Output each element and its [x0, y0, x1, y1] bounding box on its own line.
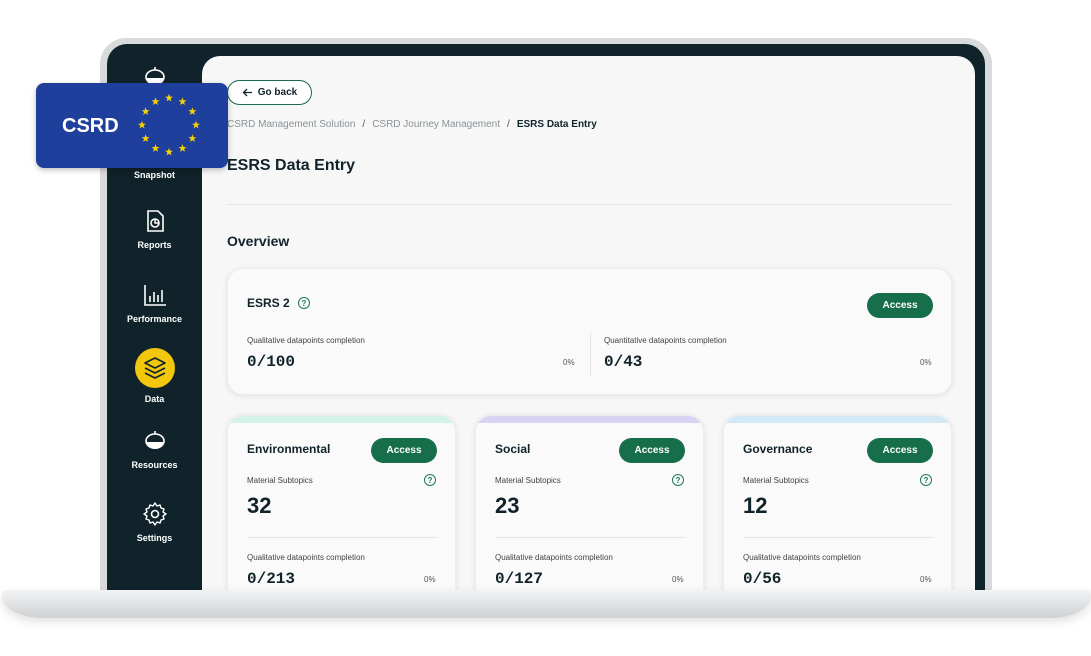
sidebar-item-label: Reports	[137, 240, 172, 250]
eu-star	[151, 144, 160, 152]
qualitative-percent: 0%	[563, 358, 575, 367]
divider	[495, 537, 685, 538]
report-icon	[146, 210, 164, 232]
card-title: ESRS 2	[247, 296, 290, 310]
card-title: Social	[495, 442, 531, 456]
esrs2-card: ESRS 2 ? Access Qualitative datapoints c…	[227, 268, 952, 395]
quantitative-percent: 0%	[920, 358, 932, 367]
qualitative-label: Qualitative datapoints completion	[247, 553, 365, 562]
laptop-base	[2, 590, 1091, 618]
sidebar-item-label: Resources	[131, 460, 178, 470]
help-icon[interactable]: ?	[672, 474, 684, 486]
eu-star	[178, 97, 187, 106]
subtopics-label: Material Subtopics	[247, 476, 313, 485]
eu-star	[165, 93, 173, 102]
access-button-esrs2[interactable]: Access	[867, 293, 933, 318]
csrd-badge: CSRD	[36, 83, 228, 168]
eu-star	[178, 144, 187, 152]
help-icon[interactable]: ?	[424, 474, 436, 486]
topic-card-social: Social Access Material Subtopics ? 23 Qu…	[475, 415, 704, 600]
lamp-icon	[144, 431, 165, 449]
card-accent	[724, 416, 951, 423]
section-title-overview: Overview	[227, 233, 290, 249]
eu-star	[165, 147, 173, 156]
eu-stars-icon	[138, 93, 200, 156]
divider	[247, 537, 437, 538]
layers-icon	[143, 357, 166, 379]
sidebar-item-performance[interactable]: Performance	[107, 282, 202, 324]
topic-card-governance: Governance Access Material Subtopics ? 1…	[723, 415, 952, 600]
qualitative-value: 0/127	[495, 570, 544, 588]
subtopics-label: Material Subtopics	[743, 476, 809, 485]
breadcrumb-item[interactable]: CSRD Management Solution	[227, 119, 355, 130]
sidebar-item-snapshot-label[interactable]: Snapshot	[107, 170, 202, 180]
sidebar-item-data[interactable]: Data	[107, 348, 202, 404]
divider	[590, 333, 591, 375]
qualitative-label: Qualitative datapoints completion	[247, 336, 365, 345]
help-icon[interactable]: ?	[298, 297, 310, 309]
eu-star	[141, 107, 150, 115]
arrow-left-icon	[242, 88, 252, 97]
breadcrumb: CSRD Management Solution / CSRD Journey Ma…	[227, 119, 597, 130]
subtopics-count: 32	[247, 493, 272, 518]
bar-chart-icon	[143, 285, 166, 306]
eu-star	[151, 97, 160, 106]
app-window: Snapshot Reports Performance Data Resour…	[107, 44, 985, 600]
csrd-label: CSRD	[62, 115, 119, 137]
access-button-governance[interactable]: Access	[867, 438, 933, 463]
eu-star	[188, 107, 197, 115]
sidebar-item-label: Data	[144, 394, 165, 404]
subtopics-count: 12	[743, 493, 768, 518]
subtopics-label: Material Subtopics	[495, 476, 561, 485]
qualitative-percent: 0%	[920, 575, 932, 584]
access-button-social[interactable]: Access	[619, 438, 685, 463]
active-nav-highlight	[134, 348, 175, 388]
card-title: Environmental	[247, 442, 331, 456]
sidebar-item-resources[interactable]: Resources	[107, 428, 202, 470]
quantitative-label: Quantitative datapoints completion	[604, 336, 727, 345]
qualitative-value: 0/213	[247, 570, 296, 588]
qualitative-value: 0/56	[743, 570, 782, 588]
sidebar-item-label: Performance	[126, 314, 183, 324]
sidebar-item-settings[interactable]: Settings	[107, 501, 202, 543]
access-button-environmental[interactable]: Access	[371, 438, 437, 463]
eu-star	[188, 134, 197, 142]
card-accent	[476, 416, 703, 423]
subtopics-count: 23	[495, 493, 520, 518]
divider	[743, 537, 933, 538]
card-accent	[228, 416, 455, 423]
sidebar-item-label: Snapshot	[133, 170, 175, 180]
breadcrumb-current: ESRS Data Entry	[516, 119, 597, 130]
go-back-button[interactable]: Go back	[227, 80, 312, 105]
sidebar-item-reports[interactable]: Reports	[107, 208, 202, 250]
quantitative-value: 0/43	[604, 353, 643, 371]
main-panel: Go back CSRD Management Solution / CSRD Jo…	[202, 56, 975, 600]
page-title: ESRS Data Entry	[227, 157, 356, 174]
qualitative-percent: 0%	[672, 575, 684, 584]
qualitative-label: Qualitative datapoints completion	[743, 553, 861, 562]
eu-star	[192, 120, 200, 129]
topic-card-environmental: Environmental Access Material Subtopics …	[227, 415, 456, 600]
gear-icon	[142, 502, 167, 526]
qualitative-label: Qualitative datapoints completion	[495, 553, 613, 562]
qualitative-percent: 0%	[424, 575, 436, 584]
card-title: Governance	[743, 442, 813, 456]
eu-star	[138, 120, 146, 129]
breadcrumb-item[interactable]: CSRD Journey Management	[372, 119, 500, 130]
help-icon[interactable]: ?	[920, 474, 932, 486]
eu-star	[141, 134, 150, 142]
divider	[227, 204, 952, 205]
sidebar-item-label: Settings	[136, 533, 173, 543]
qualitative-value: 0/100	[247, 353, 296, 371]
